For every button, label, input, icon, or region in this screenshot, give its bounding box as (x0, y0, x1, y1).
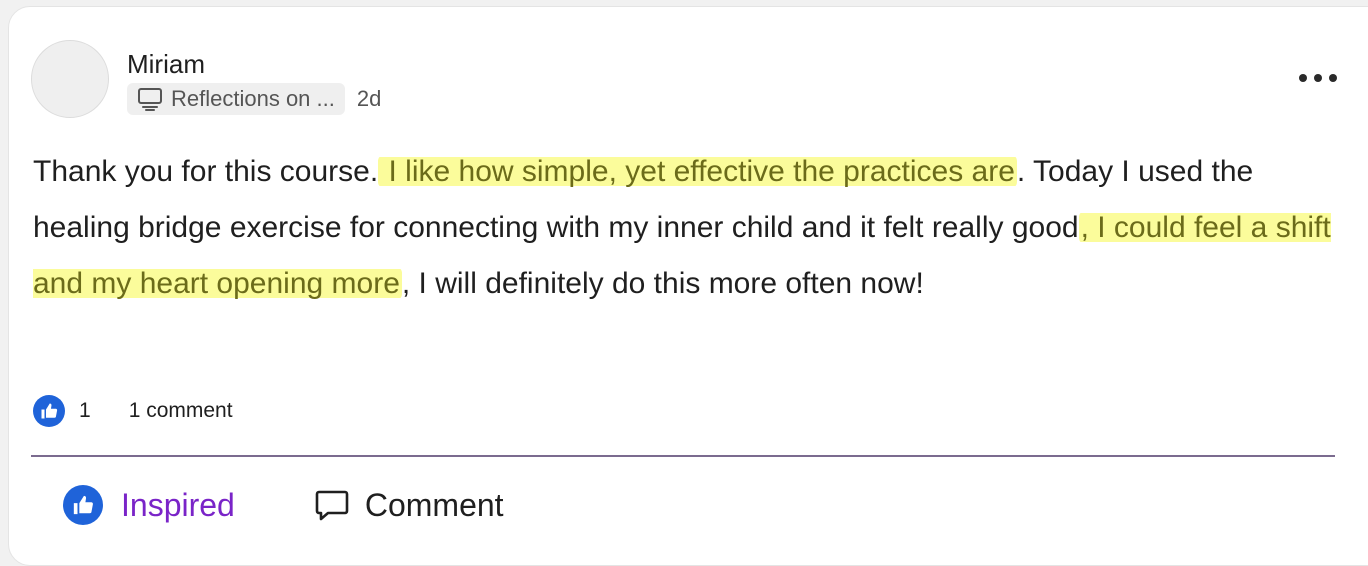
post-timestamp: 2d (356, 86, 382, 111)
inspired-label: Inspired (121, 486, 235, 523)
post-body: Thank you for this course. I like how si… (33, 144, 1333, 312)
monitor-icon (138, 88, 162, 111)
like-count[interactable]: 1 (79, 399, 91, 423)
avatar[interactable] (31, 40, 109, 118)
post-text-part: , I will definitely do this more often n… (401, 267, 924, 300)
space-chip[interactable]: Reflections on ... (127, 83, 345, 115)
post-text-part: Thank you for this course. (33, 155, 379, 188)
thumbs-up-icon (63, 485, 103, 525)
more-options-button[interactable] (1299, 65, 1337, 91)
post-card: Miriam Reflections on ... 2d Thank you f… (8, 6, 1368, 566)
comment-bubble-icon (315, 490, 349, 521)
thumbs-up-icon (33, 395, 65, 427)
author-name[interactable]: Miriam (127, 49, 205, 79)
highlighted-text: I like how simple, yet effective the pra… (378, 155, 1017, 188)
inspired-button[interactable]: Inspired (63, 485, 235, 525)
comment-label: Comment (364, 486, 504, 523)
post-meta: Reflections on ... 2d (127, 83, 381, 115)
post-actions: Inspired Comment (63, 483, 504, 527)
divider (31, 455, 1335, 457)
comment-button[interactable]: Comment (315, 487, 504, 524)
comment-count[interactable]: 1 comment (129, 399, 233, 423)
space-label: Reflections on ... (171, 86, 335, 111)
post-stats: 1 1 comment (33, 395, 233, 427)
more-horizontal-icon (1299, 74, 1307, 82)
